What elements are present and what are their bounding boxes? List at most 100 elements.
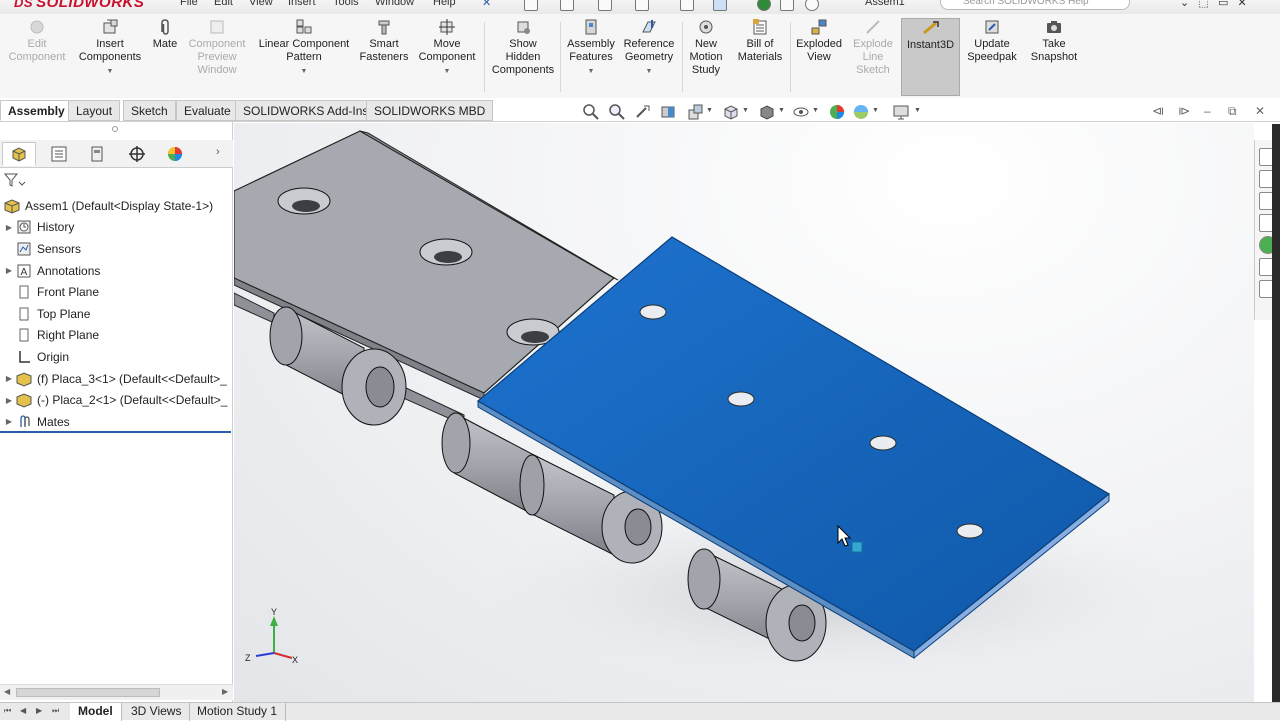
menu-view[interactable]: View: [249, 0, 273, 8]
assembly-features-button[interactable]: Assembly Features ▼: [564, 18, 618, 96]
tree-item-placa-2[interactable]: ▶ (-) Placa_2<1> (Default<<Default>_: [0, 389, 233, 411]
last-tab-icon[interactable]: ⏭: [52, 706, 59, 716]
chevron-right-icon[interactable]: ▶: [3, 374, 15, 383]
search-input[interactable]: Search SOLIDWORKS Help: [940, 0, 1130, 10]
tab-solidworks-add-ins[interactable]: SOLIDWORKS Add-Ins: [235, 100, 377, 121]
chevron-down-icon[interactable]: ▼: [620, 65, 678, 78]
panel-grip-icon[interactable]: [112, 126, 118, 132]
previous-tab-icon[interactable]: ◀: [20, 706, 26, 715]
edit-component-button[interactable]: Edit Component: [4, 18, 70, 96]
dynamic-annotation-views-icon[interactable]: [686, 103, 704, 121]
save-icon[interactable]: [598, 0, 612, 11]
print-icon[interactable]: [635, 0, 649, 11]
chevron-down-icon[interactable]: ▼: [564, 65, 618, 78]
menu-tools[interactable]: Tools: [333, 0, 359, 8]
chevron-down-icon[interactable]: ▼: [742, 107, 749, 114]
collapse-right-icon[interactable]: ⧐: [1178, 104, 1190, 118]
tree-filter[interactable]: [3, 172, 26, 190]
file-properties-icon[interactable]: [780, 0, 794, 11]
dimxpert-manager-tab[interactable]: [120, 142, 154, 166]
menu-edit[interactable]: Edit: [214, 0, 233, 8]
display-manager-tab[interactable]: [158, 142, 192, 166]
close-icon[interactable]: ✕: [1255, 104, 1265, 118]
minimize-icon[interactable]: –: [1204, 104, 1211, 118]
smart-fasteners-button[interactable]: Smart Fasteners: [356, 18, 412, 96]
open-icon[interactable]: [560, 0, 574, 11]
mate-button[interactable]: Mate: [148, 18, 182, 96]
tree-item-front-plane[interactable]: Front Plane: [0, 281, 233, 303]
feature-manager-tab[interactable]: [2, 142, 36, 166]
exploded-view-button[interactable]: Exploded View: [792, 18, 846, 96]
chevron-right-icon[interactable]: ▶: [3, 266, 15, 275]
new-document-icon[interactable]: [524, 0, 538, 11]
previous-view-icon[interactable]: [634, 103, 652, 121]
display-style-icon[interactable]: [758, 103, 776, 121]
hide-show-items-icon[interactable]: [792, 103, 810, 121]
chevron-right-icon[interactable]: ▶: [3, 223, 15, 232]
chevron-down-icon[interactable]: ▼: [74, 65, 146, 78]
window-controls[interactable]: ⌄ ⬚ ▭ ✕: [1180, 0, 1247, 9]
chevron-down-icon[interactable]: ▼: [914, 107, 921, 114]
tree-item-annotations[interactable]: ▶ A Annotations: [0, 260, 233, 282]
instant3d-button[interactable]: Instant3D: [901, 18, 960, 96]
view-settings-icon[interactable]: [892, 103, 910, 121]
linear-component-pattern-button[interactable]: Linear Component Pattern ▼: [254, 18, 354, 96]
move-component-button[interactable]: Move Component ▼: [414, 18, 480, 96]
chevron-right-icon[interactable]: ▶: [3, 417, 15, 426]
graphics-area[interactable]: Y X Z: [234, 123, 1254, 703]
scrollbar-thumb[interactable]: [16, 688, 160, 697]
zoom-to-area-icon[interactable]: [608, 103, 626, 121]
tab-solidworks-mbd[interactable]: SOLIDWORKS MBD: [366, 100, 494, 121]
menu-insert[interactable]: Insert: [288, 0, 316, 8]
show-hidden-components-button[interactable]: Show Hidden Components: [488, 18, 558, 96]
section-view-icon[interactable]: [660, 103, 678, 121]
tab-model[interactable]: Model: [70, 703, 122, 721]
first-tab-icon[interactable]: ⏮: [4, 706, 11, 716]
tree-item-top-plane[interactable]: Top Plane: [0, 303, 233, 325]
apply-scene-icon[interactable]: [852, 103, 870, 121]
scroll-left-icon[interactable]: ◀: [4, 687, 10, 696]
component-preview-window-button[interactable]: Component Preview Window: [184, 18, 250, 96]
horizontal-scrollbar[interactable]: ◀ ▶: [0, 684, 233, 700]
chevron-down-icon[interactable]: ▼: [778, 107, 785, 114]
tree-item-history[interactable]: ▶ History: [0, 217, 233, 239]
tab-3d-views[interactable]: 3D Views: [123, 703, 191, 721]
take-snapshot-button[interactable]: Take Snapshot: [1026, 18, 1082, 96]
chevron-down-icon[interactable]: ▼: [706, 107, 713, 114]
scroll-right-icon[interactable]: ▶: [222, 687, 228, 696]
rebuild-icon[interactable]: [757, 0, 771, 11]
tab-evaluate[interactable]: Evaluate: [176, 100, 239, 121]
chevron-down-icon[interactable]: ▼: [414, 65, 480, 78]
bill-of-materials-button[interactable]: Bill of Materials: [732, 18, 788, 96]
tree-item-placa-3[interactable]: ▶ (f) Placa_3<1> (Default<<Default>_: [0, 368, 233, 390]
chevron-down-icon[interactable]: ▼: [254, 65, 354, 78]
chevron-down-icon[interactable]: ▼: [812, 107, 819, 114]
menu-window[interactable]: Window: [375, 0, 414, 8]
insert-components-button[interactable]: Insert Components ▼: [74, 18, 146, 96]
tab-sketch[interactable]: Sketch: [123, 100, 176, 121]
menu-file[interactable]: File: [180, 0, 198, 8]
tree-item-sensors[interactable]: Sensors: [0, 238, 233, 260]
configuration-manager-tab[interactable]: [80, 142, 114, 166]
tab-motion-study-1[interactable]: Motion Study 1: [189, 703, 287, 721]
undo-icon[interactable]: [680, 0, 694, 11]
explode-line-sketch-button[interactable]: Explode Line Sketch: [848, 18, 898, 96]
update-speedpak-button[interactable]: Update Speedpak: [964, 18, 1020, 96]
collapse-left-icon[interactable]: ⧏: [1152, 104, 1164, 118]
tree-item-right-plane[interactable]: Right Plane: [0, 325, 233, 347]
tree-item-mates[interactable]: ▶ Mates: [0, 411, 233, 433]
pin-icon[interactable]: ✕: [482, 0, 491, 9]
property-manager-tab[interactable]: [42, 142, 76, 166]
view-orientation-icon[interactable]: [722, 103, 740, 121]
chevron-down-icon[interactable]: ▼: [872, 107, 879, 114]
menu-help[interactable]: Help: [433, 0, 456, 8]
model-viewport[interactable]: Y X Z: [234, 123, 1254, 703]
tab-assembly[interactable]: Assembly: [0, 100, 73, 121]
next-tab-icon[interactable]: ▶: [36, 706, 42, 715]
chevron-right-icon[interactable]: ›: [216, 146, 220, 158]
edit-appearance-icon[interactable]: [828, 103, 846, 121]
chevron-right-icon[interactable]: ▶: [3, 396, 15, 405]
new-motion-study-button[interactable]: New Motion Study: [684, 18, 728, 96]
restore-icon[interactable]: ⧉: [1228, 104, 1237, 119]
tab-layout[interactable]: Layout: [68, 100, 121, 121]
